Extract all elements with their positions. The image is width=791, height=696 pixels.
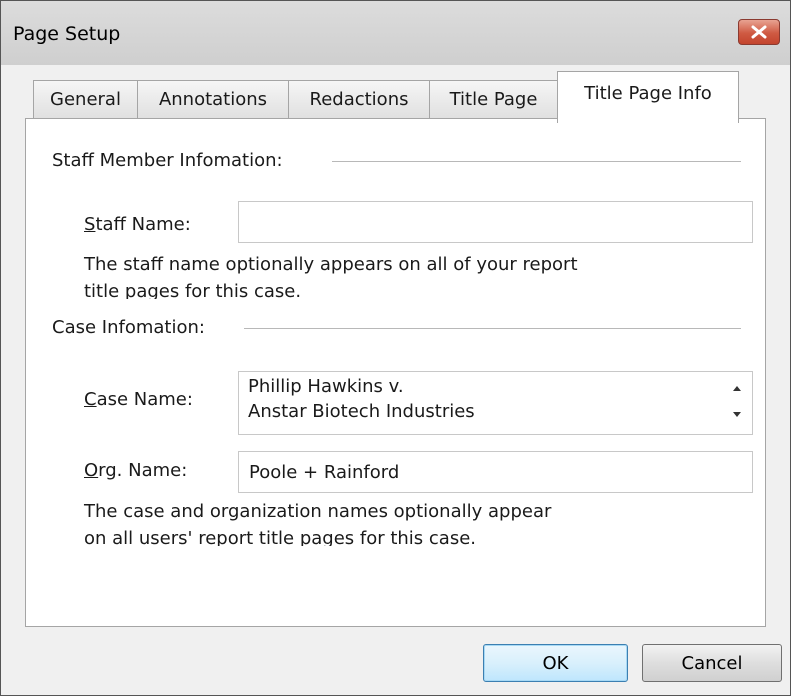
scroll-down-arrow-icon xyxy=(733,412,741,417)
page-setup-dialog: Page Setup General Annotations Redaction… xyxy=(0,0,791,696)
close-icon xyxy=(751,25,767,39)
org-name-label: Org. Name: xyxy=(84,460,188,481)
tab-strip: General Annotations Redactions Title Pag… xyxy=(1,65,790,123)
org-name-input[interactable] xyxy=(238,451,753,493)
case-section-header: Case Infomation: xyxy=(52,317,205,338)
scroll-up-button[interactable] xyxy=(722,372,752,403)
case-note-line-2: on all users' report title pages for thi… xyxy=(84,528,477,546)
tab-title-page[interactable]: Title Page xyxy=(429,80,558,118)
staff-name-input[interactable] xyxy=(238,201,753,243)
case-note-line-1: The case and organization names optional… xyxy=(84,501,552,522)
case-section-divider xyxy=(244,328,741,329)
close-button[interactable] xyxy=(738,19,780,45)
dialog-client-area: General Annotations Redactions Title Pag… xyxy=(1,65,790,695)
tab-annotations[interactable]: Annotations xyxy=(137,80,289,118)
staff-section-divider xyxy=(332,161,741,162)
tab-redactions[interactable]: Redactions xyxy=(288,80,430,118)
tab-panel-title-page-info: Staff Member Infomation: Staff Name: The… xyxy=(25,118,766,627)
tab-title-page-info[interactable]: Title Page Info xyxy=(557,71,739,123)
staff-name-label: Staff Name: xyxy=(84,214,191,235)
staff-note-line-1: The staff name optionally appears on all… xyxy=(84,254,578,275)
case-name-scrollbar[interactable] xyxy=(722,372,752,434)
window-title: Page Setup xyxy=(13,23,121,45)
case-name-value[interactable]: Phillip Hawkins v. Anstar Biotech Indust… xyxy=(248,374,475,424)
cancel-button[interactable]: Cancel xyxy=(642,644,782,682)
tab-general[interactable]: General xyxy=(33,80,138,118)
case-name-textarea[interactable]: Phillip Hawkins v. Anstar Biotech Indust… xyxy=(238,371,753,435)
scroll-up-arrow-icon xyxy=(733,386,741,391)
ok-button[interactable]: OK xyxy=(483,644,628,682)
staff-note-line-2: title pages for this case. xyxy=(84,281,302,299)
case-name-label: Case Name: xyxy=(84,389,193,410)
staff-section-header: Staff Member Infomation: xyxy=(52,150,283,171)
title-bar[interactable]: Page Setup xyxy=(1,1,790,65)
scroll-down-button[interactable] xyxy=(722,403,752,434)
